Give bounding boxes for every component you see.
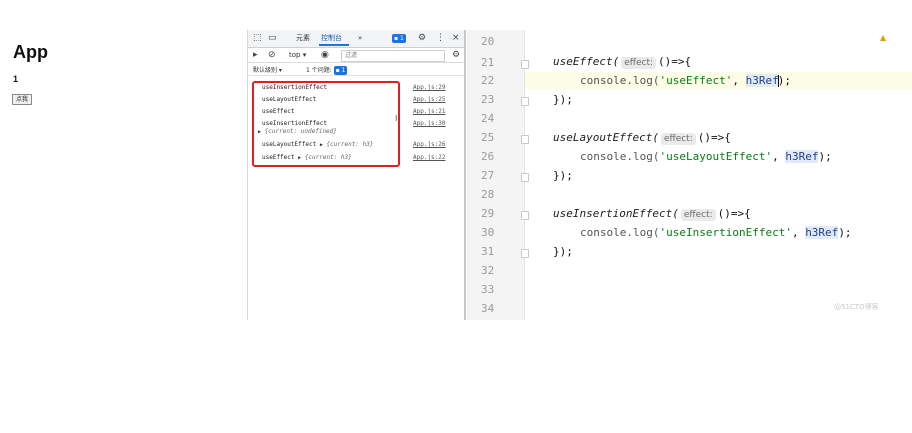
code-console-log: console.log( <box>580 74 660 87</box>
line-number: 24 <box>481 112 495 125</box>
code-function-call: useInsertionEffect( <box>553 207 679 220</box>
console-row-source-link[interactable]: App.js:25 <box>413 95 446 104</box>
app-count: 1 <box>13 74 19 84</box>
code-arrow-fn: ()=>{ <box>717 207 751 220</box>
fold-marker[interactable] <box>521 97 529 106</box>
code-line-end: ); <box>818 150 832 163</box>
parameter-hint: effect: <box>621 57 657 69</box>
line-number: 28 <box>481 188 495 201</box>
fold-marker[interactable] <box>521 249 529 258</box>
line-number: 32 <box>481 264 495 277</box>
issues-counter-badge: ▪ 1 <box>333 66 348 75</box>
active-tab-indicator <box>319 44 349 46</box>
app-title: App <box>13 42 48 62</box>
tab-console[interactable]: 控制台 <box>321 33 342 43</box>
code-line-end: ); <box>838 226 852 239</box>
log-levels-dropdown[interactable]: 默认级别 ▾ <box>253 65 282 74</box>
fold-marker[interactable] <box>521 173 529 182</box>
console-row-source-link[interactable]: App.js:21 <box>413 107 446 116</box>
line-number: 29 <box>481 207 495 220</box>
console-row-source-link[interactable]: App.js:22 <box>413 153 446 162</box>
code-line: console.log('useInsertionEffect', h3Ref)… <box>580 226 852 239</box>
tab-elements[interactable]: 元素 <box>296 33 310 43</box>
line-number: 33 <box>481 283 495 296</box>
watermark: @51CTO博客 <box>834 303 879 311</box>
code-line: }); <box>553 245 573 258</box>
console-row-source-link[interactable]: App.js:29 <box>413 83 446 92</box>
close-icon[interactable]: × <box>452 33 460 44</box>
filter-input[interactable]: 过滤 <box>341 50 445 62</box>
code-function-call: useLayoutEffect( <box>553 131 659 144</box>
line-number: 27 <box>481 169 495 182</box>
line-number: 30 <box>481 226 495 239</box>
code-editor[interactable]: 20 21 22 23 24 25 26 27 28 29 30 31 32 3… <box>467 30 912 320</box>
line-number: 23 <box>481 93 495 106</box>
console-settings-icon[interactable]: ⚙ <box>452 50 460 61</box>
line-number: 34 <box>481 302 495 315</box>
tab-more[interactable]: » <box>358 33 362 43</box>
code-line: console.log('useLayoutEffect', h3Ref); <box>580 150 832 163</box>
code-string: 'useEffect' <box>659 74 733 87</box>
kebab-menu-icon[interactable]: ⋮ <box>436 33 445 44</box>
code-function-call: useEffect( <box>553 55 620 68</box>
context-selector[interactable]: top ▾ <box>289 51 306 59</box>
code-line-end: ); <box>777 74 791 87</box>
fold-marker[interactable] <box>521 60 529 69</box>
device-toggle-icon[interactable]: ▭ <box>268 33 277 44</box>
issues-badge-count: 1 <box>399 35 404 42</box>
highlight-annotation-box <box>252 81 400 167</box>
inspect-icon[interactable]: ⬚ <box>253 33 262 44</box>
code-line: }); <box>553 93 573 106</box>
line-number: 21 <box>481 56 495 69</box>
eye-icon[interactable]: ◉ <box>321 50 329 61</box>
code-console-log: console.log( <box>580 150 660 163</box>
pane-divider[interactable] <box>464 30 466 320</box>
line-number: 25 <box>481 131 495 144</box>
code-line: useEffect(effect: ()=>{ <box>553 55 691 69</box>
line-number: 26 <box>481 150 495 163</box>
devtools-panel: ⬚ ▭ 元素 控制台 » ▪ 1 ⚙ ⋮ × ▸ ⊘ ◉ ⚙ top ▾ 过滤 … <box>248 30 465 320</box>
code-ref-identifier: h3Ref <box>785 150 819 163</box>
devtools-tab-bar: ⬚ ▭ 元素 控制台 » ▪ 1 ⚙ ⋮ × <box>248 30 465 48</box>
parameter-hint: effect: <box>680 209 716 221</box>
code-line: useLayoutEffect(effect: ()=>{ <box>553 131 731 145</box>
line-number-gutter: 20 21 22 23 24 25 26 27 28 29 30 31 32 3… <box>467 30 525 320</box>
code-line: useInsertionEffect(effect: ()=>{ <box>553 207 751 221</box>
issues-counter[interactable]: 1 个问题: ▪ 1 <box>306 65 348 75</box>
console-row-source-link[interactable]: App.js:26 <box>413 140 446 149</box>
parameter-hint: effect: <box>660 133 696 145</box>
warning-indicator-icon[interactable]: ▲ <box>880 33 886 42</box>
code-line: }); <box>553 169 573 182</box>
code-line: console.log('useEffect', h3Ref); <box>580 74 791 87</box>
app-preview: App 1 点我 <box>0 30 248 320</box>
code-arrow-fn: ()=>{ <box>658 55 692 68</box>
text-cursor-icon: I <box>395 114 398 123</box>
gear-icon[interactable]: ⚙ <box>418 33 426 44</box>
code-console-log: console.log( <box>580 226 660 239</box>
sidebar-toggle-icon[interactable]: ▸ <box>253 50 258 61</box>
code-ref-identifier: h3Ref <box>805 226 839 239</box>
code-ref-identifier: h3Ref <box>745 74 779 87</box>
line-number: 20 <box>481 35 495 48</box>
clear-console-icon[interactable]: ⊘ <box>268 50 276 61</box>
click-me-button[interactable]: 点我 <box>12 94 33 105</box>
fold-marker[interactable] <box>521 135 529 144</box>
line-number: 22 <box>481 74 495 87</box>
fold-marker[interactable] <box>521 211 529 220</box>
issues-counter-badge-count: 1 <box>341 67 346 74</box>
code-string: 'useLayoutEffect' <box>659 150 773 163</box>
line-number: 31 <box>481 245 495 258</box>
code-arrow-fn: ()=>{ <box>697 131 731 144</box>
issues-badge[interactable]: ▪ 1 <box>392 34 406 43</box>
issues-counter-label: 1 个问题: <box>306 67 332 74</box>
code-string: 'useInsertionEffect' <box>659 226 792 239</box>
